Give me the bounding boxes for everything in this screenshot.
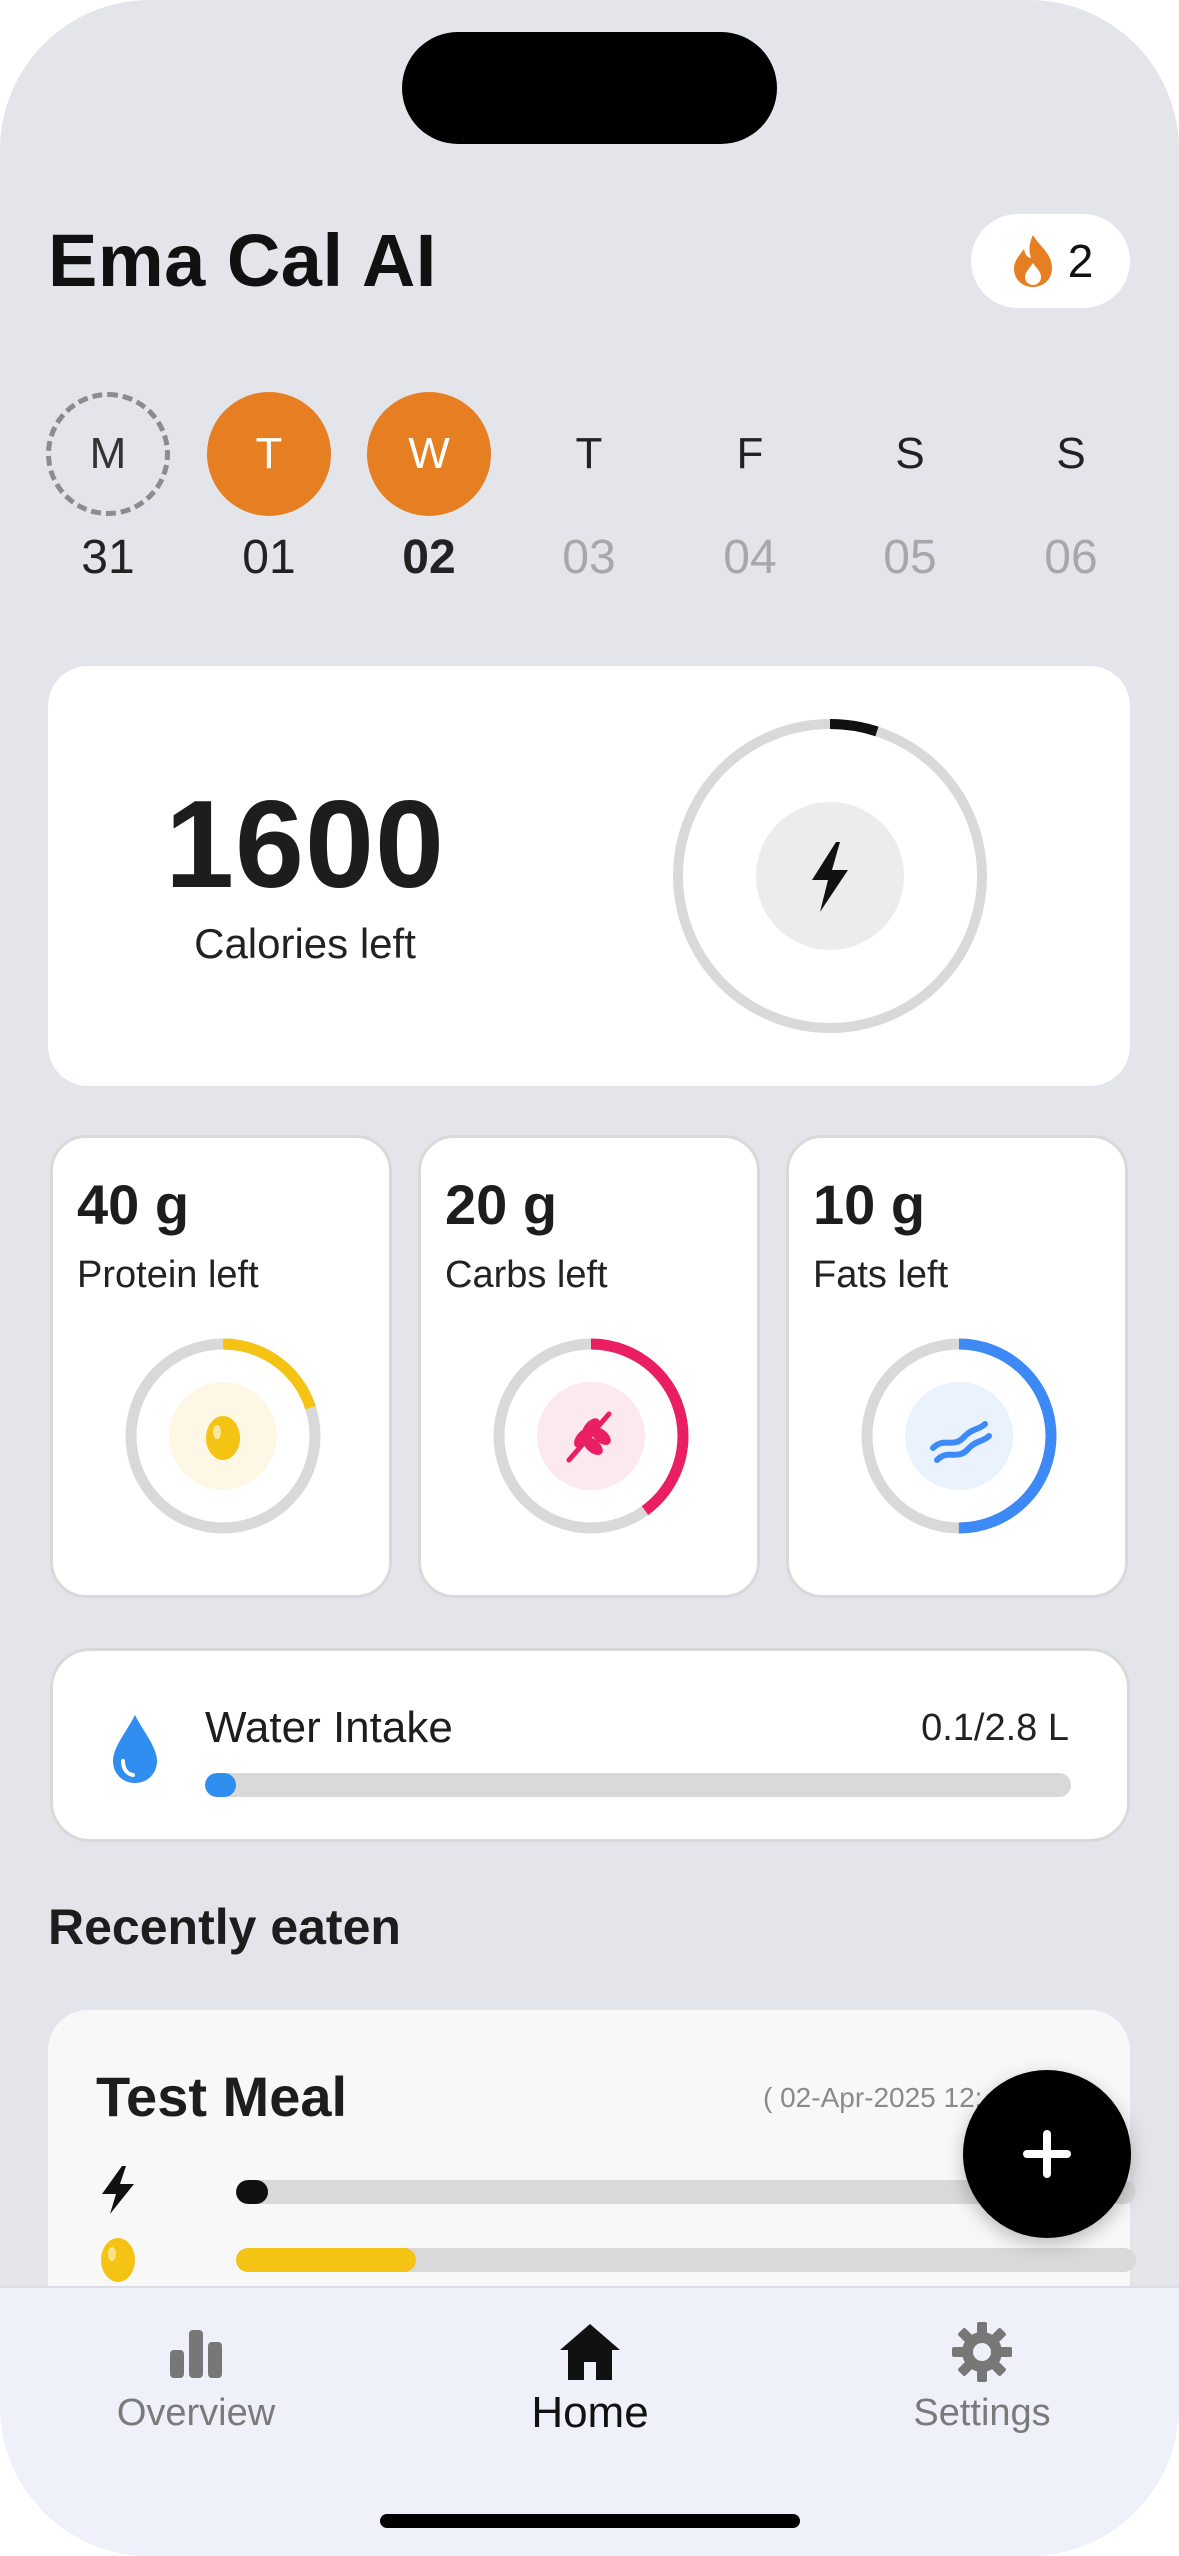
meal-name: Test Meal (96, 2065, 348, 2128)
tab-settings-label: Settings (913, 2392, 1051, 2434)
day-date: 01 (242, 531, 296, 584)
water-progress-fill (205, 1773, 237, 1797)
day-date: 04 (723, 531, 777, 584)
add-meal-button[interactable] (963, 2070, 1131, 2238)
dynamic-island (402, 32, 777, 144)
home-indicator (380, 2514, 800, 2528)
protein-label: Protein left (77, 1254, 259, 1296)
plus-icon (1023, 2130, 1071, 2178)
flame-icon (1013, 235, 1052, 287)
protein-card[interactable]: 40 g Protein left (50, 1135, 392, 1598)
phone-screen: Ema Cal AI 2 M 31 T 01 W 02 T 03 F 04 S (0, 0, 1179, 2556)
bar-chart-icon (170, 2330, 222, 2378)
day-tuesday[interactable]: T 01 (207, 388, 331, 588)
egg-icon (101, 2238, 135, 2282)
day-letter: F (736, 429, 764, 478)
water-amount: 0.1/2.8 L (921, 1707, 1069, 1749)
carbs-label: Carbs left (445, 1254, 608, 1296)
tab-home[interactable]: Home (440, 2312, 740, 2452)
tab-home-label: Home (531, 2388, 649, 2437)
day-date: 31 (81, 531, 135, 584)
fats-ring (861, 1338, 1057, 1534)
day-monday[interactable]: M 31 (46, 388, 170, 588)
water-card[interactable]: Water Intake 0.1/2.8 L (50, 1648, 1130, 1842)
calories-left-value: 1600 (165, 776, 445, 914)
app-title: Ema Cal AI (48, 219, 437, 302)
fats-value: 10 g (813, 1173, 926, 1236)
meal-protein-fill (236, 2248, 416, 2272)
day-sunday[interactable]: S 06 (1009, 388, 1133, 588)
egg-icon (206, 1416, 240, 1460)
home-icon (560, 2324, 620, 2380)
day-saturday[interactable]: S 05 (848, 388, 972, 588)
tab-overview[interactable]: Overview (46, 2312, 346, 2452)
calories-left-label: Calories left (194, 920, 416, 967)
meal-calories-row (96, 2160, 1136, 2220)
day-letter: T (207, 392, 331, 516)
week-strip: M 31 T 01 W 02 T 03 F 04 S 05 S 06 (0, 388, 1179, 588)
day-date: 05 (883, 531, 937, 584)
day-friday[interactable]: F 04 (688, 388, 812, 588)
recently-eaten-heading: Recently eaten (48, 1899, 401, 1955)
tab-overview-label: Overview (116, 2392, 276, 2434)
calories-ring (673, 719, 987, 1033)
day-letter: W (367, 392, 491, 516)
water-drop-icon (113, 1715, 157, 1783)
carbs-ring (493, 1338, 689, 1534)
calories-card[interactable]: 1600 Calories left (48, 666, 1130, 1086)
fats-label: Fats left (813, 1254, 949, 1296)
day-letter: T (575, 429, 603, 478)
meal-calories-fill (236, 2180, 269, 2204)
day-letter: M (46, 392, 170, 516)
day-letter: S (1056, 429, 1086, 478)
meal-date: ( 02-Apr-2025 12: (763, 2082, 983, 2113)
meal-protein-row (96, 2228, 1136, 2288)
bolt-icon (102, 2166, 134, 2214)
streak-badge[interactable]: 2 (971, 214, 1130, 308)
day-thursday[interactable]: T 03 (527, 388, 651, 588)
fats-card[interactable]: 10 g Fats left (786, 1135, 1128, 1598)
day-date: 03 (562, 531, 616, 584)
gear-icon (952, 2322, 1012, 2382)
carbs-card[interactable]: 20 g Carbs left (418, 1135, 760, 1598)
streak-count: 2 (1067, 235, 1094, 287)
day-date: 06 (1044, 531, 1098, 584)
carbs-value: 20 g (445, 1173, 558, 1236)
day-wednesday[interactable]: W 02 (367, 388, 491, 588)
day-date: 02 (402, 531, 456, 584)
water-progress-bar (205, 1773, 1071, 1797)
protein-ring (125, 1338, 321, 1534)
tab-settings[interactable]: Settings (832, 2312, 1132, 2452)
meal-protein-bar (236, 2248, 1136, 2272)
day-letter: S (895, 429, 925, 478)
protein-value: 40 g (77, 1173, 190, 1236)
water-title: Water Intake (205, 1703, 453, 1752)
